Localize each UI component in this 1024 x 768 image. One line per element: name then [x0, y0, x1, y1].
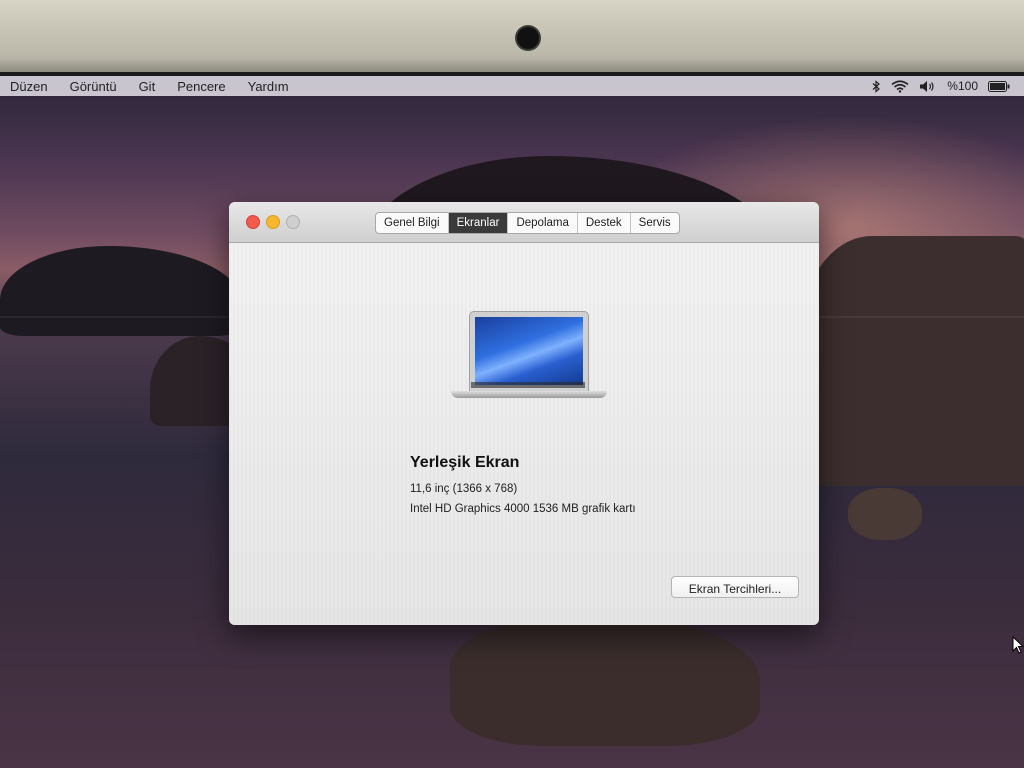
menu-go[interactable]: Git	[128, 79, 167, 94]
battery-percent: %100	[947, 79, 978, 93]
tab-service[interactable]: Servis	[631, 213, 679, 233]
menu-view[interactable]: Görüntü	[59, 79, 128, 94]
tab-displays[interactable]: Ekranlar	[448, 213, 509, 233]
laptop-screen	[475, 317, 583, 385]
about-this-mac-window: Genel Bilgi Ekranlar Depolama Destek Ser…	[229, 202, 819, 625]
webcam	[517, 27, 539, 49]
wallpaper-rock-small	[848, 488, 922, 540]
tab-overview[interactable]: Genel Bilgi	[376, 213, 449, 233]
menu-help[interactable]: Yardım	[237, 79, 300, 94]
wallpaper-island-right	[800, 236, 1024, 486]
tab-support[interactable]: Destek	[578, 213, 631, 233]
window-titlebar[interactable]: Genel Bilgi Ekranlar Depolama Destek Ser…	[229, 202, 819, 243]
menu-edit[interactable]: Düzen	[0, 79, 59, 94]
wifi-icon[interactable]	[891, 79, 909, 93]
tab-storage[interactable]: Depolama	[508, 213, 578, 233]
close-button[interactable]	[246, 215, 260, 229]
volume-icon[interactable]	[919, 80, 937, 93]
menu-window[interactable]: Pencere	[166, 79, 236, 94]
zoom-button[interactable]	[286, 215, 300, 229]
laptop-illustration	[451, 311, 607, 403]
wallpaper-rock-bottom	[450, 616, 760, 746]
laptop-lid	[469, 311, 589, 393]
status-area: %100	[872, 79, 1024, 93]
mouse-cursor-icon	[1012, 636, 1024, 654]
bluetooth-icon[interactable]	[872, 79, 881, 93]
display-preferences-button[interactable]: Ekran Tercihleri...	[671, 576, 799, 598]
minimize-button[interactable]	[266, 215, 280, 229]
display-size: 11,6 inç (1366 x 768)	[410, 483, 518, 495]
display-graphics: Intel HD Graphics 4000 1536 MB grafik ka…	[410, 503, 636, 515]
display-name: Yerleşik Ekran	[410, 454, 520, 471]
laptop-bezel	[0, 0, 1024, 72]
window-content: Yerleşik Ekran 11,6 inç (1366 x 768) Int…	[229, 243, 819, 625]
wallpaper-island-left	[0, 246, 240, 336]
laptop-base	[451, 391, 607, 398]
menu-bar: Düzen Görüntü Git Pencere Yardım %100	[0, 76, 1024, 96]
tab-bar: Genel Bilgi Ekranlar Depolama Destek Ser…	[375, 212, 680, 234]
laptop-keyboard	[471, 382, 585, 388]
battery-icon[interactable]	[988, 80, 1010, 92]
